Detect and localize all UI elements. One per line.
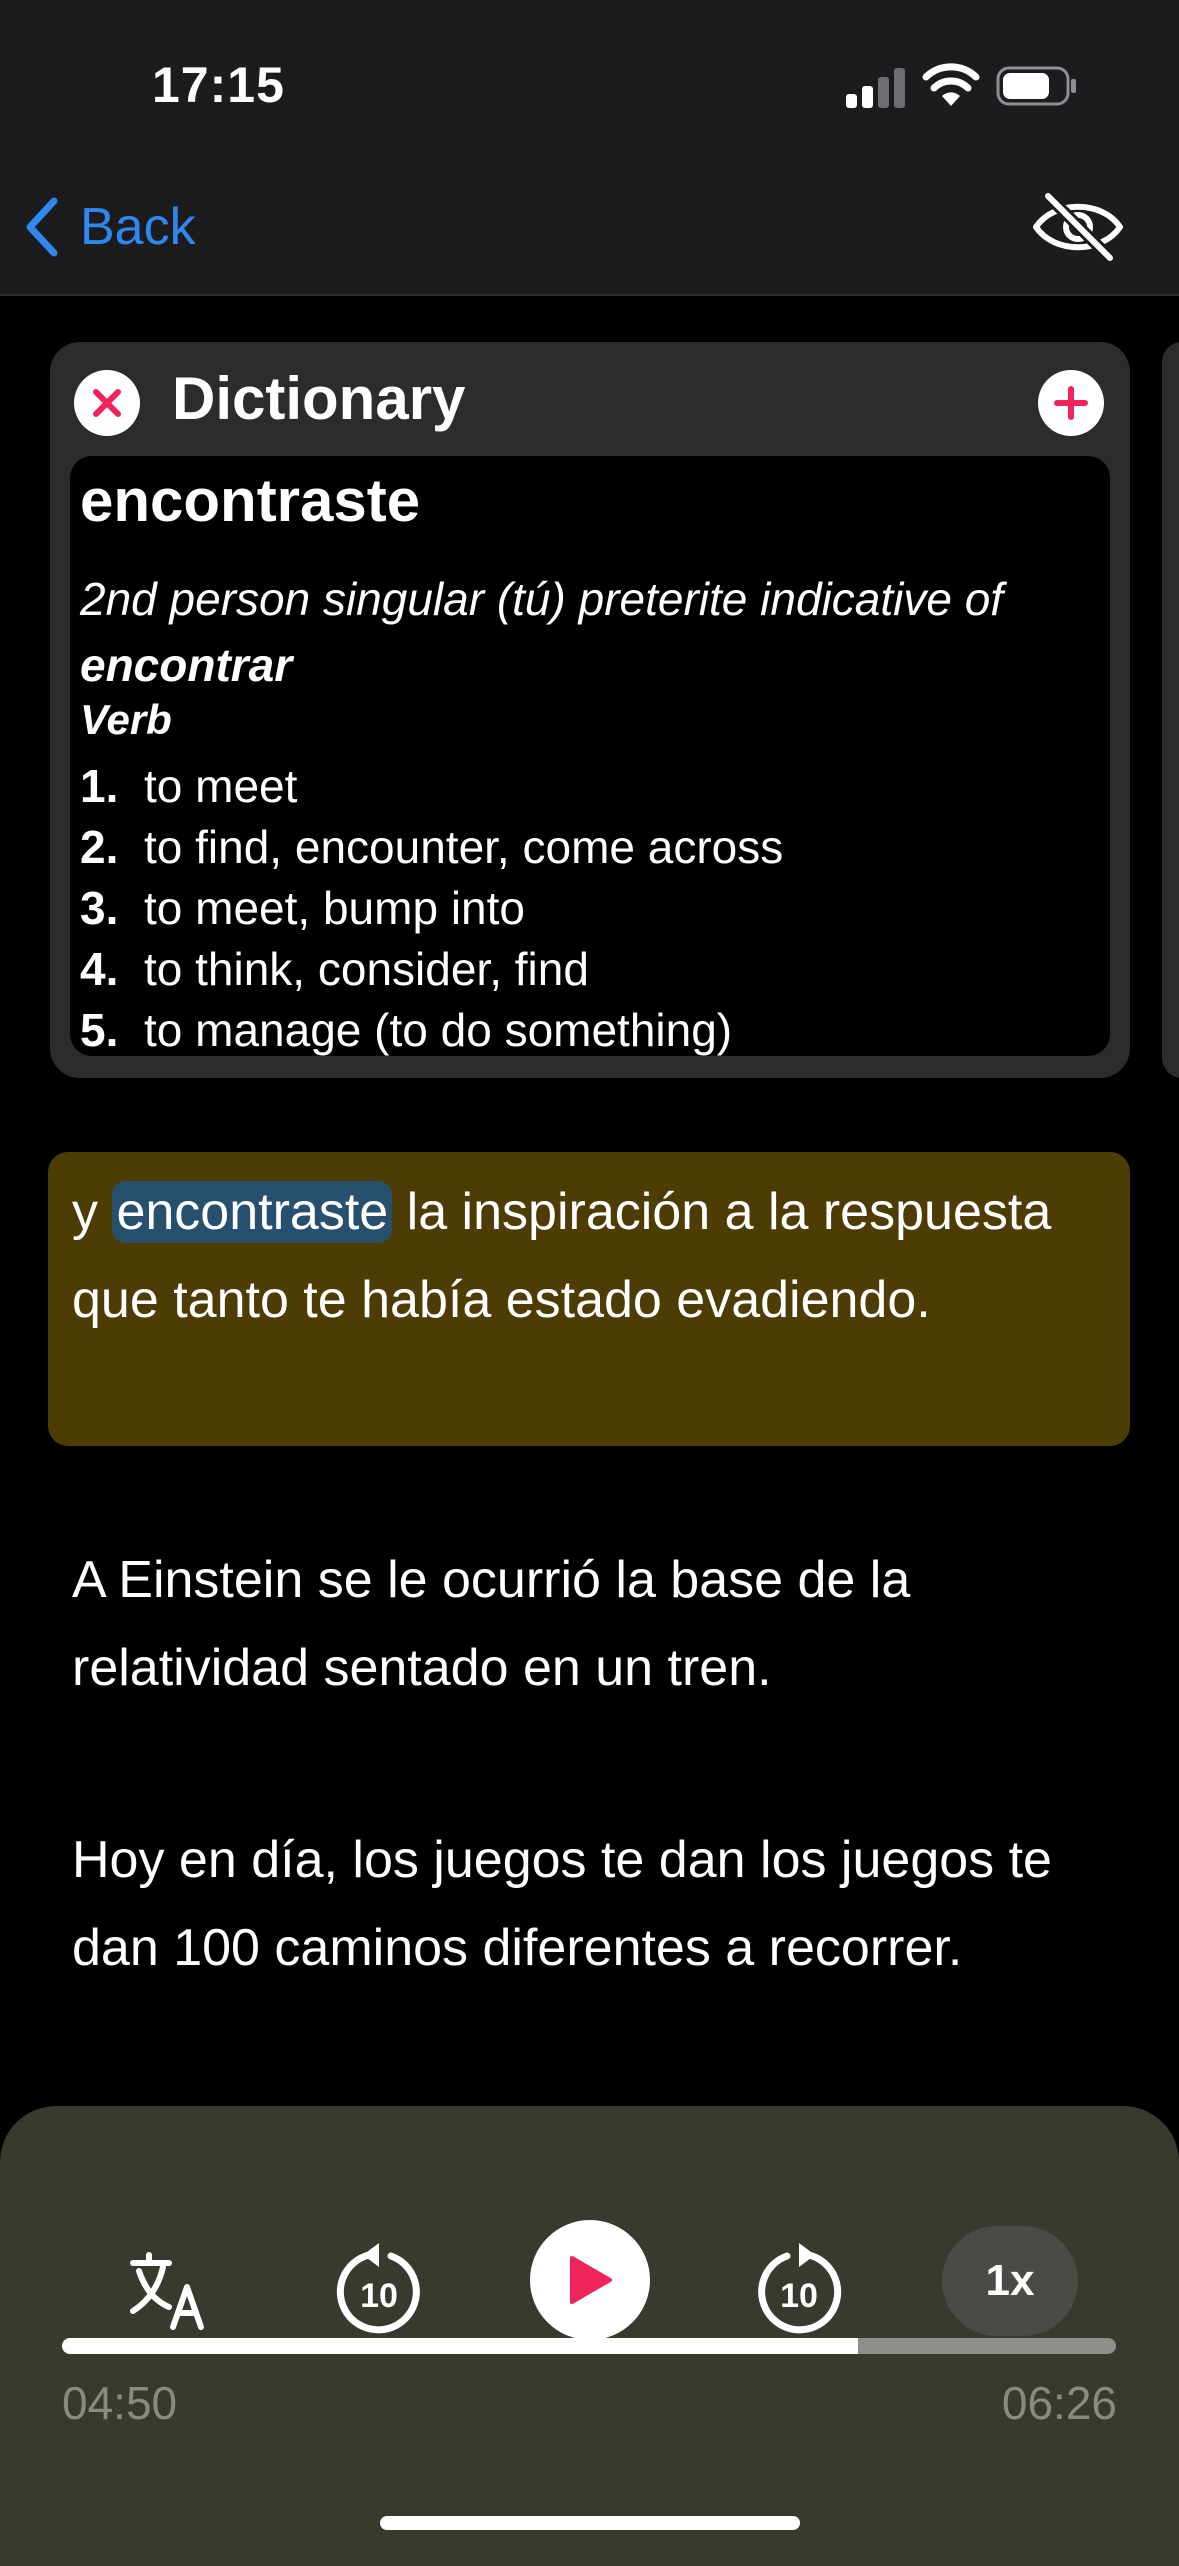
progress-bar[interactable] (62, 2338, 1116, 2354)
plus-icon (1054, 386, 1088, 420)
back-label: Back (80, 198, 196, 256)
playback-speed-button[interactable]: 1x (942, 2226, 1078, 2336)
rewind-10-button[interactable]: 10 (314, 2226, 444, 2356)
sense-item: 2. to find, encounter, come across (80, 821, 784, 873)
back-button[interactable]: Back (24, 192, 196, 262)
play-icon (570, 2256, 612, 2304)
active-paragraph[interactable]: y encontraste la inspiración a la respue… (48, 1152, 1130, 1446)
total-time: 06:26 (1001, 2377, 1117, 2429)
transcript-paragraph[interactable]: A Einstein se le ocurrió la base de la r… (72, 1536, 1112, 1712)
sense-item: 3. to meet, bump into (80, 882, 525, 934)
dictionary-add-button[interactable] (1038, 370, 1104, 436)
dictionary-inflection: 2nd person singular (tú) preterite indic… (80, 566, 1090, 698)
sense-item: 4. to think, consider, find (80, 943, 589, 995)
lemma-link[interactable]: encontrar (80, 639, 292, 691)
rewind-seconds: 10 (360, 2277, 398, 2315)
forward-10-button[interactable]: 10 (734, 2226, 864, 2356)
close-icon (93, 389, 121, 417)
next-card-peek[interactable] (1162, 342, 1179, 1078)
highlighted-word[interactable]: encontraste (112, 1181, 393, 1243)
cellular-signal-icon (846, 66, 906, 108)
play-button[interactable] (530, 2220, 650, 2340)
home-indicator (380, 2516, 800, 2530)
dictionary-card: Dictionary encontraste 2nd person singul… (50, 342, 1130, 1078)
sense-list: 1. to meet 2. to find, encounter, come acr… (80, 756, 783, 1056)
rewind-10-icon: 10 (336, 2243, 420, 2334)
eye-slash-icon[interactable] (1030, 192, 1126, 262)
dictionary-headword: encontraste (80, 467, 421, 534)
word[interactable]: y (72, 1183, 98, 1241)
wifi-icon (922, 63, 980, 106)
active-paragraph-text: y encontraste la inspiración a la respue… (72, 1168, 1112, 1344)
top-bar: 17:15 Back (0, 0, 1179, 296)
chevron-left-icon (26, 197, 58, 257)
translate-icon (130, 2252, 204, 2330)
dictionary-entry: encontraste 2nd person singular (tú) pre… (70, 456, 1110, 1056)
inflection-text: 2nd person singular (tú) preterite indic… (80, 573, 1004, 625)
part-of-speech: Verb (80, 696, 172, 743)
battery-icon (996, 66, 1076, 106)
sense-item: 1. to meet (80, 760, 298, 812)
audio-player: 10 10 1x 04:50 06:26 (0, 2106, 1179, 2566)
forward-10-icon: 10 (758, 2243, 842, 2334)
dictionary-close-button[interactable] (74, 370, 140, 436)
forward-seconds: 10 (780, 2277, 818, 2315)
status-time: 17:15 (152, 57, 285, 113)
transcript-paragraph[interactable]: Hoy en día, los juegos te dan los juegos… (72, 1816, 1112, 1992)
progress-fill (62, 2338, 858, 2354)
elapsed-time: 04:50 (62, 2377, 178, 2429)
translate-button[interactable] (104, 2226, 234, 2356)
sense-item: 5. to manage (to do something) (80, 1004, 733, 1056)
dictionary-title: Dictionary (172, 365, 466, 432)
